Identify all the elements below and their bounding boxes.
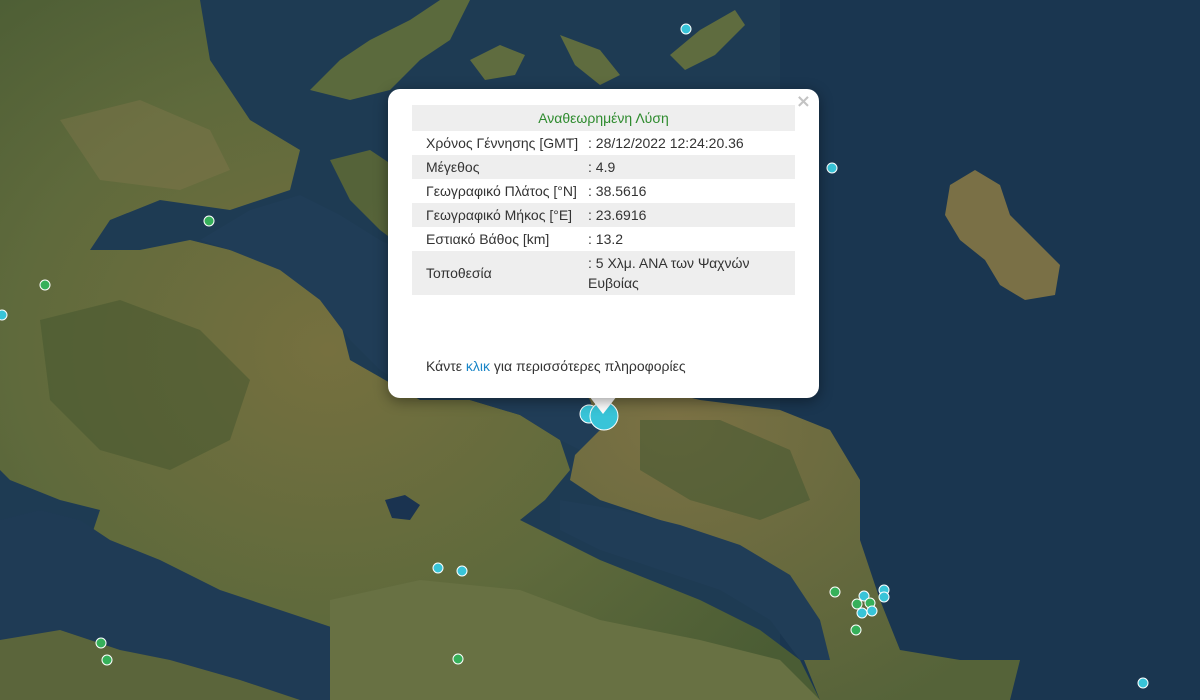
marker[interactable] [829, 586, 841, 598]
close-icon[interactable]: × [796, 91, 811, 112]
marker[interactable] [851, 598, 863, 610]
marker[interactable] [866, 605, 878, 617]
row-label: Γεωγραφικό Πλάτος [°N] [426, 183, 577, 199]
marker[interactable] [878, 591, 890, 603]
row-label: Χρόνος Γέννησης [GMT] [426, 135, 579, 151]
row-value: : 5 Χλμ. ΑΝΑ των Ψαχνών Ευβοίας [588, 251, 795, 295]
table-row: Χρόνος Γέννησης [GMT] : 28/12/2022 12:24… [412, 131, 795, 155]
marker[interactable] [0, 309, 8, 321]
marker[interactable] [39, 279, 51, 291]
event-details-table: Αναθεωρημένη Λύση Χρόνος Γέννησης [GMT] … [412, 105, 795, 295]
row-label: Εστιακό Βάθος [km] [426, 231, 550, 247]
marker[interactable] [1137, 677, 1149, 689]
marker[interactable] [456, 565, 468, 577]
row-label: Μέγεθος [412, 155, 588, 179]
row-value: : 38.5616 [588, 183, 647, 199]
marker[interactable] [203, 215, 215, 227]
earthquake-popup: × Αναθεωρημένη Λύση Χρόνος Γέννησης [GMT… [388, 89, 819, 398]
more-info-link[interactable]: κλικ [466, 358, 490, 374]
marker[interactable] [680, 23, 692, 35]
marker[interactable] [101, 654, 113, 666]
marker[interactable] [850, 624, 862, 636]
row-value: : 4.9 [588, 155, 795, 179]
marker[interactable] [856, 607, 868, 619]
row-value: : 13.2 [588, 231, 624, 247]
row-value: : 23.6916 [588, 203, 795, 227]
marker[interactable] [826, 162, 838, 174]
row-label: Γεωγραφικό Μήκος [°E] [412, 203, 588, 227]
row-value: : 28/12/2022 12:24:20.36 [588, 135, 744, 151]
more-suffix: για περισσότερες πληροφορίες [490, 358, 686, 374]
marker[interactable] [95, 637, 107, 649]
table-row: Μέγεθος : 4.9 [412, 155, 795, 179]
popup-tip [589, 396, 617, 414]
more-prefix: Κάντε [426, 358, 466, 374]
table-row: Εστιακό Βάθος [km] : 13.2 [412, 227, 795, 251]
table-row: Γεωγραφικό Μήκος [°E] : 23.6916 [412, 203, 795, 227]
marker[interactable] [432, 562, 444, 574]
table-row: Τοποθεσία : 5 Χλμ. ΑΝΑ των Ψαχνών Ευβοία… [412, 251, 795, 295]
marker[interactable] [452, 653, 464, 665]
more-info-text: Κάντε κλικ για περισσότερες πληροφορίες [426, 358, 686, 374]
table-row: Γεωγραφικό Πλάτος [°N] : 38.5616 [412, 179, 795, 203]
popup-header: Αναθεωρημένη Λύση [412, 105, 795, 131]
row-label: Τοποθεσία [412, 251, 588, 295]
